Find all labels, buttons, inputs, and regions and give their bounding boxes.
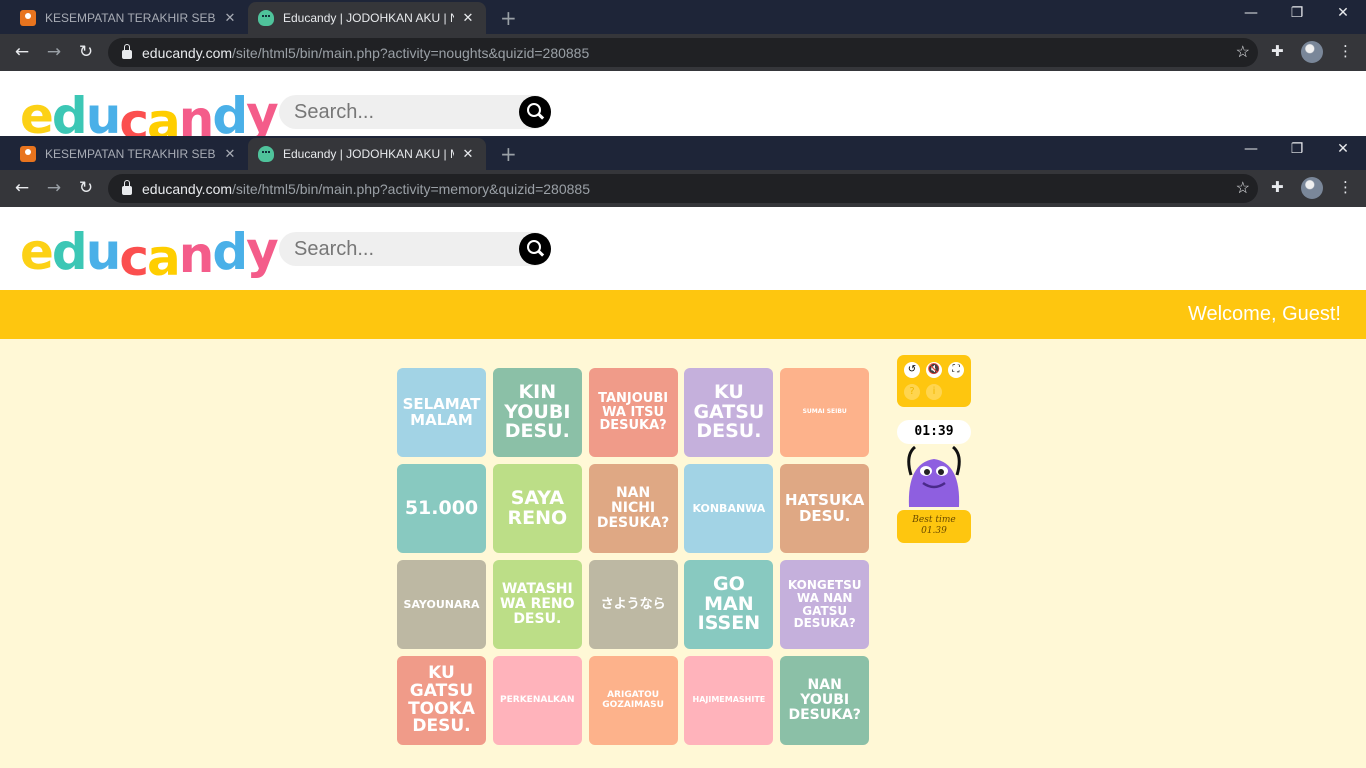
site-header-back: educandy [0, 71, 1366, 151]
welcome-bar: Welcome, Guest! [0, 290, 1366, 339]
menu-kebab-icon[interactable]: ⋮ [1338, 42, 1353, 60]
memory-card[interactable]: KONGETSU WA NAN GATSU DESUKA? [780, 560, 870, 649]
profile-avatar[interactable] [1301, 41, 1323, 63]
memory-card[interactable]: KIN YOUBI DESU. [492, 368, 582, 457]
educandy-monster-icon [258, 146, 274, 162]
memory-card[interactable]: KU GATSU DESU. [684, 368, 774, 457]
minimize-icon[interactable]: — [1236, 141, 1266, 157]
memory-card[interactable]: SAYOUNARA [397, 560, 486, 649]
tab-title: Educandy | JODOHKAN AKU | Me [283, 147, 454, 161]
window-close-icon[interactable]: ✕ [1328, 141, 1358, 157]
memory-card[interactable]: ARIGATOU GOZAIMASU [588, 656, 678, 745]
memory-card[interactable]: NAN NICHI DESUKA? [588, 464, 678, 553]
memory-card[interactable]: さようなら [588, 560, 678, 649]
bookmark-star-icon[interactable]: ☆ [1236, 42, 1250, 62]
search-input[interactable] [279, 95, 509, 129]
window-close-icon[interactable]: ✕ [1328, 5, 1358, 21]
memory-card[interactable]: KU GATSU TOOKA DESU. [397, 656, 486, 745]
search-icon[interactable] [519, 96, 551, 128]
logo-letter: y [246, 85, 279, 143]
tab-title: Educandy | JODOHKAN AKU | No [283, 11, 454, 25]
memory-card[interactable]: SELAMAT MALAM [397, 368, 486, 457]
forward-arrow-icon[interactable]: → [43, 177, 65, 199]
user-badge-icon [20, 10, 36, 26]
tab-kesempatan[interactable]: KESEMPATAN TERAKHIR SEBELUM ✕ [10, 2, 248, 34]
restart-icon[interactable]: ↺ [904, 362, 920, 378]
site-header: educandy [0, 207, 1366, 290]
tab-strip: KESEMPATAN TERAKHIR SEBELUM ✕ Educandy |… [0, 0, 1366, 34]
memory-card[interactable]: WATASHI WA RENO DESU. [492, 560, 582, 649]
memory-card[interactable]: SAYA RENO [492, 464, 582, 553]
lock-icon [122, 44, 132, 59]
info-icon[interactable]: i [926, 384, 942, 400]
reload-icon[interactable]: ↻ [75, 177, 97, 199]
new-tab-icon[interactable]: + [500, 142, 517, 166]
address-bar[interactable]: educandy.com/site/html5/bin/main.php?act… [108, 174, 1258, 203]
welcome-text: Welcome, Guest! [1187, 303, 1341, 325]
forward-arrow-icon[interactable]: → [43, 41, 65, 63]
memory-card[interactable]: NAN YOUBI DESUKA? [780, 656, 870, 745]
search-icon[interactable] [519, 233, 551, 265]
memory-card[interactable]: GO MAN ISSEN [684, 560, 774, 649]
tab-strip: KESEMPATAN TERAKHIR SEBELUM ✕ Educandy |… [0, 136, 1366, 170]
menu-kebab-icon[interactable]: ⋮ [1338, 178, 1353, 196]
tab-educandy-noughts[interactable]: Educandy | JODOHKAN AKU | No ✕ [248, 2, 486, 34]
memory-card[interactable]: KONBANWA [684, 464, 774, 553]
extensions-puzzle-icon[interactable]: ✚ [1271, 178, 1284, 196]
browser-window-back: KESEMPATAN TERAKHIR SEBELUM ✕ Educandy |… [0, 0, 1366, 71]
memory-card[interactable]: SUMAI SEIBU [780, 368, 870, 457]
search-box [279, 232, 551, 266]
browser-toolbar: ← → ↻ educandy.com/site/html5/bin/main.p… [0, 170, 1366, 207]
reload-icon[interactable]: ↻ [75, 41, 97, 63]
back-arrow-icon[interactable]: ← [11, 41, 33, 63]
mute-icon[interactable]: 🔇 [926, 362, 942, 378]
tab-kesempatan[interactable]: KESEMPATAN TERAKHIR SEBELUM ✕ [10, 138, 248, 170]
tab-title: KESEMPATAN TERAKHIR SEBELUM [45, 147, 216, 161]
search-box [279, 95, 551, 129]
memory-card[interactable]: PERKENALKAN [492, 656, 582, 745]
timer: 01:39 [897, 420, 971, 444]
user-badge-icon [20, 146, 36, 162]
close-icon[interactable]: ✕ [460, 10, 476, 26]
new-tab-icon[interactable]: + [500, 6, 517, 30]
tab-title: KESEMPATAN TERAKHIR SEBELUM [45, 11, 216, 25]
back-arrow-icon[interactable]: ← [11, 177, 33, 199]
profile-avatar[interactable] [1301, 177, 1323, 199]
fullscreen-icon[interactable]: ⛶ [948, 362, 964, 378]
logo-letter: d [212, 223, 248, 281]
lock-icon [122, 180, 132, 195]
tab-educandy-memory[interactable]: Educandy | JODOHKAN AKU | Me ✕ [248, 138, 486, 170]
search-input[interactable] [279, 232, 509, 266]
close-icon[interactable]: ✕ [222, 146, 238, 162]
logo-letter: d [51, 223, 88, 281]
restore-icon[interactable]: ❐ [1282, 5, 1312, 21]
close-icon[interactable]: ✕ [222, 10, 238, 26]
browser-window-front: KESEMPATAN TERAKHIR SEBELUM ✕ Educandy |… [0, 136, 1366, 207]
educandy-logo[interactable]: educandy [20, 221, 279, 287]
logo-letter: e [20, 223, 54, 281]
help-icon[interactable]: ? [904, 384, 920, 400]
restore-icon[interactable]: ❐ [1282, 141, 1312, 157]
close-icon[interactable]: ✕ [460, 146, 476, 162]
best-time-value: 01.39 [921, 526, 947, 536]
game-controls: ↺ 🔇 ⛶ ? i [897, 355, 971, 407]
extensions-puzzle-icon[interactable]: ✚ [1271, 42, 1284, 60]
memory-card[interactable]: TANJOUBI WA ITSU DESUKA? [588, 368, 678, 457]
memory-card[interactable]: 51.000 [397, 464, 486, 553]
logo-letter: y [246, 221, 279, 279]
minimize-icon[interactable]: — [1236, 5, 1266, 21]
logo-letter: c [119, 229, 149, 287]
logo-letter: a [146, 229, 181, 287]
best-time-panel: Best time 01.39 [897, 510, 971, 543]
memory-card[interactable]: HAJIMEMASHITE [684, 656, 774, 745]
browser-toolbar: ← → ↻ educandy.com/site/html5/bin/main.p… [0, 34, 1366, 71]
logo-letter: n [178, 226, 215, 284]
memory-card[interactable]: HATSUKA DESU. [780, 464, 870, 553]
address-bar[interactable]: educandy.com/site/html5/bin/main.php?act… [108, 38, 1258, 67]
logo-letter: u [85, 223, 122, 281]
best-time-label: Best time [912, 515, 956, 525]
monster-mascot-icon [907, 445, 961, 507]
educandy-monster-icon [258, 10, 274, 26]
bookmark-star-icon[interactable]: ☆ [1236, 178, 1250, 198]
